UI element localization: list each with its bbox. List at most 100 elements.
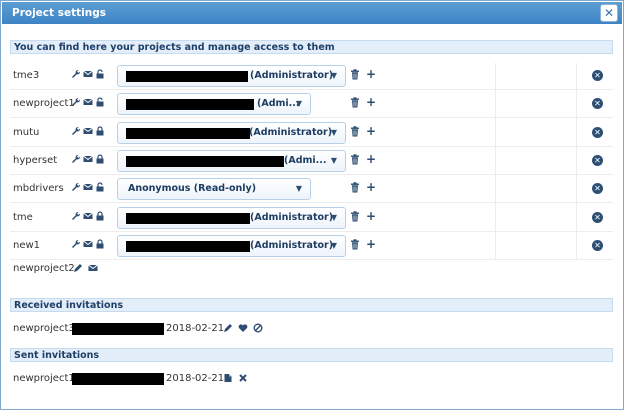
pending-project-row: newproject2 bbox=[13, 261, 213, 277]
redacted-username bbox=[126, 212, 250, 224]
envelope-icon[interactable] bbox=[83, 182, 94, 193]
redacted-username bbox=[72, 323, 164, 335]
envelope-icon[interactable] bbox=[83, 154, 94, 165]
plus-icon[interactable]: + bbox=[366, 67, 376, 81]
trash-icon[interactable] bbox=[350, 154, 360, 168]
envelope-icon[interactable] bbox=[83, 97, 94, 108]
remove-circle-icon[interactable]: ✕ bbox=[592, 183, 603, 195]
access-role-select[interactable]: (Administrator) ▼ bbox=[117, 65, 346, 87]
envelope-icon[interactable] bbox=[83, 239, 94, 250]
close-button[interactable]: ✕ bbox=[600, 4, 618, 22]
envelope-icon[interactable] bbox=[83, 211, 94, 222]
envelope-icon[interactable] bbox=[83, 69, 94, 80]
sent-invitation-row: newproject1 2018-02-21 bbox=[13, 371, 273, 387]
sent-invitation-date: 2018-02-21 bbox=[166, 373, 225, 384]
trash-icon[interactable] bbox=[350, 182, 360, 196]
wrench-icon[interactable] bbox=[71, 69, 82, 80]
lock-icon[interactable] bbox=[95, 154, 106, 165]
access-role-select[interactable]: (Admi... ▼ bbox=[117, 93, 311, 116]
plus-icon[interactable]: + bbox=[366, 209, 376, 223]
redacted-username bbox=[126, 71, 248, 82]
project-name: new1 bbox=[13, 239, 41, 251]
remove-circle-icon[interactable]: ✕ bbox=[592, 98, 603, 110]
dialog-titlebar[interactable]: Project settings ✕ bbox=[2, 2, 622, 24]
envelope-icon[interactable] bbox=[88, 263, 99, 274]
dialog-title: Project settings bbox=[12, 7, 106, 19]
access-role-label: (Administrator) bbox=[249, 126, 333, 138]
access-role-select[interactable]: (Administrator) ▼ bbox=[117, 206, 346, 229]
pending-project-name: newproject2 bbox=[13, 263, 75, 274]
access-role-label: (Administrator) bbox=[250, 239, 334, 251]
remove-circle-icon[interactable]: ✕ bbox=[592, 70, 603, 81]
access-role-label: (Administrator) bbox=[250, 211, 334, 223]
project-row: mbdrivers Anonymous (Read-only) ▼ + ✕ bbox=[10, 175, 613, 204]
project-row: tme (Administrator) ▼ + ✕ bbox=[10, 204, 613, 232]
column-separator bbox=[576, 63, 577, 259]
lock-icon[interactable] bbox=[95, 239, 106, 250]
x-icon[interactable] bbox=[238, 373, 249, 384]
trash-icon[interactable] bbox=[350, 125, 360, 140]
received-invitation-row: newproject3 2018-02-21 bbox=[13, 321, 273, 337]
chevron-down-icon: ▼ bbox=[330, 212, 337, 222]
trash-icon[interactable] bbox=[350, 239, 360, 253]
redacted-username bbox=[126, 240, 250, 252]
wrench-icon[interactable] bbox=[71, 154, 82, 165]
access-role-label: (Admi... bbox=[257, 98, 300, 110]
trash-icon[interactable] bbox=[350, 210, 360, 225]
project-name: tme3 bbox=[13, 70, 40, 81]
plus-icon[interactable]: + bbox=[366, 180, 376, 194]
lock-icon[interactable] bbox=[95, 182, 106, 193]
remove-circle-icon[interactable]: ✕ bbox=[592, 126, 603, 138]
lock-icon[interactable] bbox=[95, 126, 106, 137]
wrench-icon[interactable] bbox=[71, 239, 82, 250]
project-row: new1 (Administrator) ▼ + ✕ bbox=[10, 232, 613, 260]
file-icon[interactable] bbox=[223, 373, 234, 384]
received-project-name: newproject3 bbox=[13, 323, 75, 334]
trash-icon[interactable] bbox=[350, 97, 360, 111]
project-row: mutu (Administrator) ▼ + ✕ bbox=[10, 119, 613, 147]
wrench-icon[interactable] bbox=[71, 97, 82, 108]
pencil-icon[interactable] bbox=[73, 263, 84, 274]
pencil-icon[interactable] bbox=[223, 323, 234, 334]
close-icon: ✕ bbox=[603, 6, 615, 20]
lock-icon[interactable] bbox=[95, 210, 106, 222]
ban-icon[interactable] bbox=[253, 323, 264, 334]
plus-icon[interactable]: + bbox=[366, 124, 376, 138]
plus-icon[interactable]: + bbox=[366, 152, 376, 166]
redacted-username bbox=[126, 155, 284, 167]
heart-icon[interactable] bbox=[238, 323, 249, 334]
access-role-select[interactable]: Anonymous (Read-only) ▼ bbox=[117, 178, 311, 201]
lock-icon[interactable] bbox=[95, 97, 106, 108]
remove-circle-icon[interactable]: ✕ bbox=[592, 211, 603, 223]
remove-circle-icon[interactable]: ✕ bbox=[592, 154, 603, 166]
wrench-icon[interactable] bbox=[71, 211, 82, 222]
sent-invitations-header: Sent invitations bbox=[10, 348, 613, 362]
project-row: tme3 (Administrator) ▼ + ✕ bbox=[10, 62, 613, 90]
access-role-select[interactable]: (Administrator) ▼ bbox=[117, 234, 346, 257]
chevron-down-icon: ▼ bbox=[330, 71, 337, 80]
column-separator bbox=[495, 63, 496, 259]
wrench-icon[interactable] bbox=[71, 182, 82, 193]
plus-icon[interactable]: + bbox=[366, 95, 376, 109]
received-invitations-header: Received invitations bbox=[10, 298, 613, 312]
access-role-select[interactable]: (Admi... ▼ bbox=[117, 149, 346, 172]
chevron-down-icon: ▼ bbox=[330, 127, 337, 137]
chevron-down-icon: ▼ bbox=[295, 184, 302, 194]
redacted-username bbox=[72, 373, 164, 385]
trash-icon[interactable] bbox=[350, 69, 360, 83]
access-role-label: Anonymous (Read-only) bbox=[128, 183, 257, 195]
plus-icon[interactable]: + bbox=[366, 237, 376, 251]
lock-icon[interactable] bbox=[95, 69, 106, 80]
envelope-icon[interactable] bbox=[83, 126, 94, 137]
project-name: tme bbox=[13, 211, 33, 223]
project-row: hyperset (Admi... ▼ + ✕ bbox=[10, 147, 613, 175]
project-name: hyperset bbox=[13, 154, 58, 166]
project-row: newproject1 (Admi... ▼ + ✕ bbox=[10, 90, 613, 119]
sent-project-name: newproject1 bbox=[13, 373, 75, 384]
access-role-select[interactable]: (Administrator) ▼ bbox=[117, 121, 346, 144]
project-name: mbdrivers bbox=[13, 183, 64, 195]
remove-circle-icon[interactable]: ✕ bbox=[592, 239, 603, 251]
projects-section-header: You can find here your projects and mana… bbox=[10, 40, 613, 54]
wrench-icon[interactable] bbox=[71, 126, 82, 137]
access-role-label: (Administrator) bbox=[250, 70, 334, 81]
